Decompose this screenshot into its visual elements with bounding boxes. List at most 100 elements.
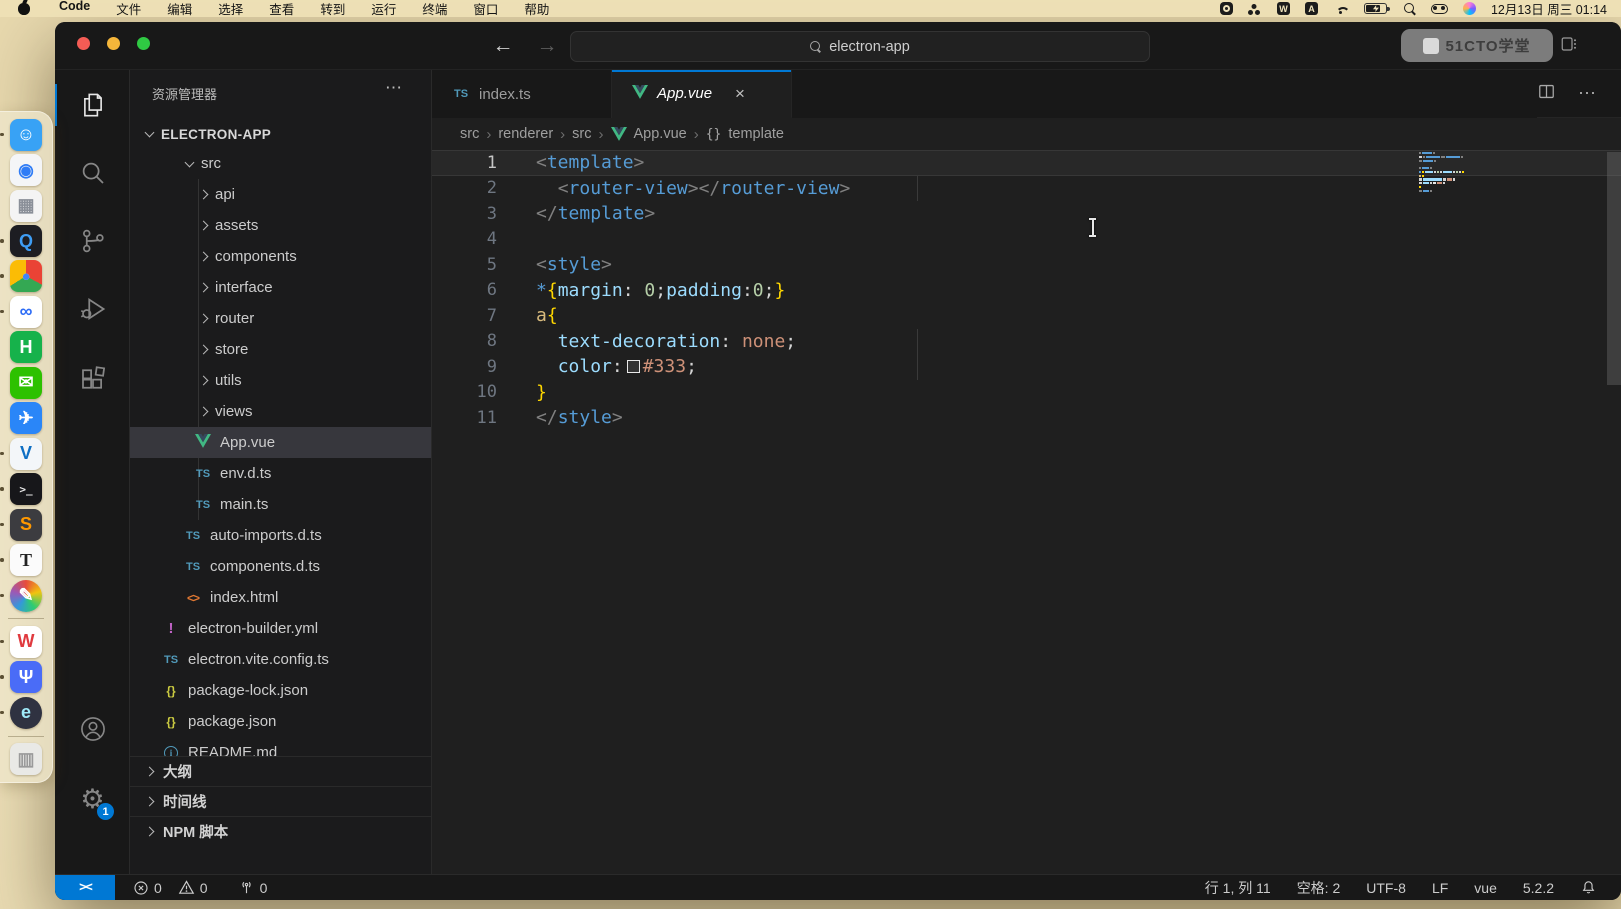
dock-item-launchpad[interactable]: ▦ [6,189,46,222]
code-line-11[interactable]: 11</style> [432,405,1621,431]
close-tab-icon[interactable]: × [735,84,745,104]
breadcrumb-item-template[interactable]: template [728,126,784,142]
dock-item-hbuilderx[interactable]: H [6,331,46,364]
dock-item-typora[interactable]: T [6,543,46,576]
status-0[interactable]: 行 1, 列 11 [1205,878,1271,898]
input-source-icon[interactable]: A [1305,2,1318,15]
dock-item-wps[interactable]: W [6,625,46,658]
code-line-5[interactable]: 5<style> [432,252,1621,278]
dock-item-quicktime[interactable]: Q [6,224,46,257]
menu-item-终端[interactable]: 终端 [409,0,460,18]
code-line-9[interactable]: 9 color:#333; [432,354,1621,380]
menu-item-文件[interactable]: 文件 [103,0,154,18]
tree-item-main-ts[interactable]: TSmain.ts [130,489,431,520]
menu-item-选择[interactable]: 选择 [205,0,256,18]
menu-item-转到[interactable]: 转到 [307,0,358,18]
menu-item-运行[interactable]: 运行 [358,0,409,18]
settings-gear-icon[interactable]: ⚙ 1 [55,774,130,824]
tab-index-ts[interactable]: TS index.ts [432,70,612,118]
tree-item-router[interactable]: router [130,303,431,334]
dock-item-deer[interactable]: Ψ [6,661,46,694]
customize-layout-icon[interactable] [1560,35,1578,58]
explorer-view-icon[interactable] [55,80,130,130]
dock-item-paint[interactable]: ✎ [6,579,46,612]
section-大纲[interactable]: 大纲 [130,756,431,786]
breadcrumb-item-renderer[interactable]: renderer [498,126,553,142]
control-center-icon[interactable] [1431,4,1448,14]
dock-item-terminal[interactable]: >_ [6,472,46,505]
dock-item-wechat[interactable]: ✉ [6,366,46,399]
menu-item-窗口[interactable]: 窗口 [460,0,511,18]
dock-item-sublime[interactable]: S [6,508,46,541]
status-1[interactable]: 空格: 2 [1297,878,1341,898]
tree-item-components-d-ts[interactable]: TScomponents.d.ts [130,551,431,582]
tree-item-app-vue[interactable]: App.vue [130,427,431,458]
breadcrumb-item-app-vue[interactable]: App.vue [634,126,687,142]
remote-indicator[interactable]: >< [55,875,115,901]
minimap[interactable] [1419,152,1469,194]
breadcrumb-item-src[interactable]: src [572,126,591,142]
status-2[interactable]: UTF-8 [1366,880,1406,896]
code-line-7[interactable]: 7a{ [432,303,1621,329]
menu-item-code[interactable]: Code [46,0,103,18]
tree-item-components[interactable]: components [130,241,431,272]
minimize-window-button[interactable] [107,37,120,50]
command-center-search[interactable]: electron-app [570,31,1150,62]
tree-item-env-d-ts[interactable]: TSenv.d.ts [130,458,431,489]
tree-item-src[interactable]: src [130,148,431,179]
tree-item-package-json[interactable]: {}package.json [130,706,431,737]
editor-more-actions-icon[interactable]: ⋯ [1578,83,1597,104]
menu-item-编辑[interactable]: 编辑 [154,0,205,18]
siri-icon[interactable] [1463,2,1476,15]
zoom-window-button[interactable] [137,37,150,50]
split-editor-icon[interactable] [1537,82,1556,106]
search-view-icon[interactable] [55,148,130,198]
dock-item-finder[interactable]: ☺ [6,118,46,151]
wifi-icon[interactable] [1333,3,1349,14]
navigate-back-button[interactable]: ← [487,30,519,62]
breadcrumb-item-src[interactable]: src [460,126,479,142]
tree-item-interface[interactable]: interface [130,272,431,303]
dock-item-safari[interactable]: ◉ [6,153,46,186]
code-line-6[interactable]: 6*{margin: 0;padding:0;} [432,278,1621,304]
battery-icon[interactable] [1364,3,1387,14]
dock-item-app-circles[interactable]: ∞ [6,295,46,328]
section-npm-脚本[interactable]: NPM 脚本 [130,816,431,846]
tree-item-store[interactable]: store [130,334,431,365]
wps-menu-icon[interactable]: W [1277,2,1290,15]
run-debug-icon[interactable] [55,284,130,334]
menu-item-帮助[interactable]: 帮助 [511,0,562,18]
dock-item-trash[interactable]: ▥ [6,743,46,776]
source-control-icon[interactable] [55,216,130,266]
tree-item-auto-imports-d-ts[interactable]: TSauto-imports.d.ts [130,520,431,551]
status-3[interactable]: LF [1432,880,1448,896]
spotlight-icon[interactable] [1404,3,1416,15]
menu-clock[interactable]: 12月13日 周三 01:14 [1491,0,1607,18]
menu-item-查看[interactable]: 查看 [256,0,307,18]
tree-item-index-html[interactable]: <>index.html [130,582,431,613]
editor-scrollbar[interactable] [1607,152,1621,385]
dock-item-vscode[interactable]: V [6,437,46,470]
code-line-4[interactable]: 4 [432,227,1621,253]
dock-item-electron[interactable]: e [6,696,46,729]
tab-app-vue[interactable]: App.vue × [612,70,792,118]
tree-item-views[interactable]: views [130,396,431,427]
code-line-8[interactable]: 8 text-decoration: none; [432,329,1621,355]
code-editor[interactable]: 1<template>2 <router-view></router-view>… [432,150,1621,874]
problems-area[interactable]: 0 0 0 [115,879,277,896]
code-line-3[interactable]: 3</template> [432,201,1621,227]
tree-root-electron-app[interactable]: ELECTRON-APP [130,120,431,148]
dock-item-dingtalk[interactable]: ✈ [6,402,46,435]
explorer-more-actions-icon[interactable]: ⋯ [385,78,403,98]
share-cluster-icon[interactable] [1248,3,1262,15]
section-时间线[interactable]: 时间线 [130,786,431,816]
tree-item-package-lock-json[interactable]: {}package-lock.json [130,675,431,706]
screen-record-icon[interactable] [1220,2,1233,15]
tree-item-electron-builder-yml[interactable]: !electron-builder.yml [130,613,431,644]
status-5[interactable]: 5.2.2 [1523,880,1554,896]
tree-item-api[interactable]: api [130,179,431,210]
notifications-bell-icon[interactable] [1580,879,1597,896]
apple-menu-icon[interactable] [18,3,30,15]
close-window-button[interactable] [77,37,90,50]
tree-item-assets[interactable]: assets [130,210,431,241]
